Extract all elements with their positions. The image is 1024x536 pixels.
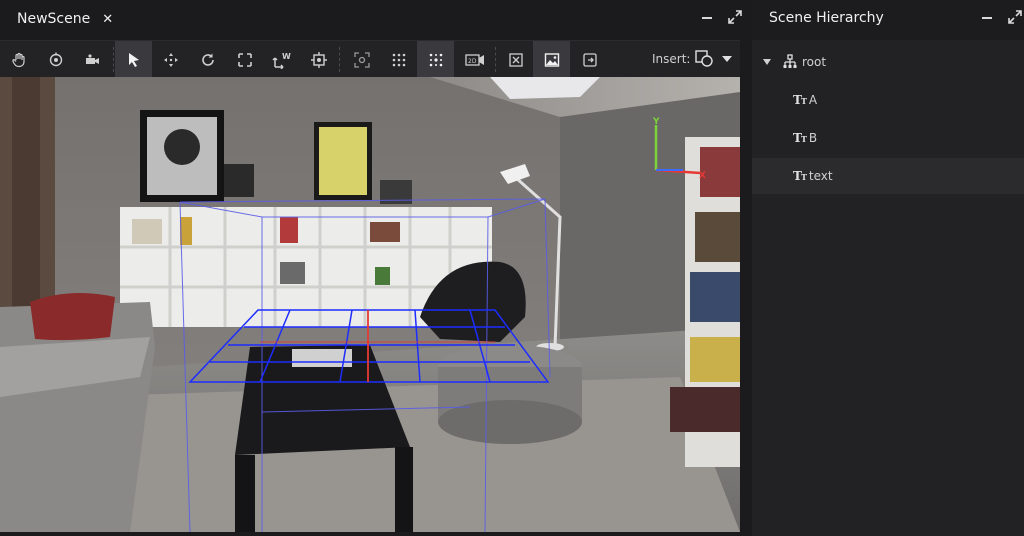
viewport-render [0, 77, 740, 532]
world-transform-icon[interactable]: W [263, 41, 300, 78]
tree-item-b[interactable]: TT B [752, 120, 1024, 156]
text-icon: TT [793, 131, 807, 145]
text-icon: TT [793, 93, 807, 107]
tree-item-a[interactable]: TT A [752, 82, 1024, 118]
background-image-icon[interactable] [533, 41, 570, 78]
scene-window-controls [700, 10, 742, 24]
toolbar-separator [339, 47, 340, 72]
expand-icon[interactable] [1008, 10, 1022, 24]
toolbar-separator [113, 47, 114, 72]
orbit-icon[interactable] [37, 41, 74, 78]
frame-selection-icon[interactable] [300, 41, 337, 78]
focus-icon[interactable] [343, 41, 380, 78]
hand-icon[interactable] [0, 41, 37, 78]
hierarchy-window-controls [980, 10, 1022, 24]
hierarchy-header: Scene Hierarchy [752, 0, 1024, 38]
scene-tab[interactable]: NewScene ✕ [0, 0, 125, 38]
insert-label: Insert: [652, 52, 691, 66]
text-icon: TT [793, 169, 807, 183]
scene-viewport[interactable]: Y X [0, 77, 740, 532]
tree-item-root[interactable]: root [752, 44, 1024, 80]
scale-icon[interactable] [226, 41, 263, 78]
svg-text:W: W [282, 52, 291, 61]
expand-icon[interactable] [728, 10, 742, 24]
select-arrow-icon[interactable] [115, 41, 152, 78]
scene-tab-bar: NewScene ✕ [0, 0, 745, 38]
insert-dropdown-chevron-icon[interactable] [722, 56, 732, 62]
scene-panel: NewScene ✕ W 2D Insert: Y X [0, 0, 745, 536]
hierarchy-tree: root TT A TT B TT text [752, 40, 1024, 536]
axis-x-label: X [699, 171, 706, 181]
tree-item-label: root [802, 55, 827, 69]
camera-dolly-icon[interactable] [74, 41, 111, 78]
rotate-icon[interactable] [189, 41, 226, 78]
exit-icon[interactable] [571, 41, 608, 78]
minimize-icon[interactable] [700, 10, 714, 24]
scene-toolbar: W 2D Insert: [0, 40, 740, 78]
move-icon[interactable] [152, 41, 189, 78]
close-icon[interactable]: ✕ [102, 13, 113, 26]
tree-item-label: text [808, 169, 833, 183]
2d-3d-camera-icon[interactable]: 2D [456, 41, 493, 78]
axis-y-label: Y [653, 117, 660, 127]
toolbar-separator [495, 47, 496, 72]
snap-grid-icon[interactable] [417, 41, 454, 78]
insert-shape-icon[interactable] [695, 50, 715, 72]
scene-tab-label: NewScene [17, 11, 91, 27]
minimize-icon[interactable] [980, 10, 994, 24]
svg-text:2D: 2D [468, 58, 477, 65]
scene-hierarchy-panel: Scene Hierarchy root TT A TT B TT text [752, 0, 1024, 536]
hierarchy-icon [783, 54, 797, 68]
tree-item-label: B [808, 131, 818, 145]
tree-item-text[interactable]: TT text [752, 158, 1024, 194]
grid-icon[interactable] [380, 41, 417, 78]
tree-item-label: A [808, 93, 818, 107]
hierarchy-title: Scene Hierarchy [769, 10, 884, 26]
bounding-box-icon[interactable] [497, 41, 534, 78]
chevron-down-icon[interactable] [763, 59, 771, 65]
